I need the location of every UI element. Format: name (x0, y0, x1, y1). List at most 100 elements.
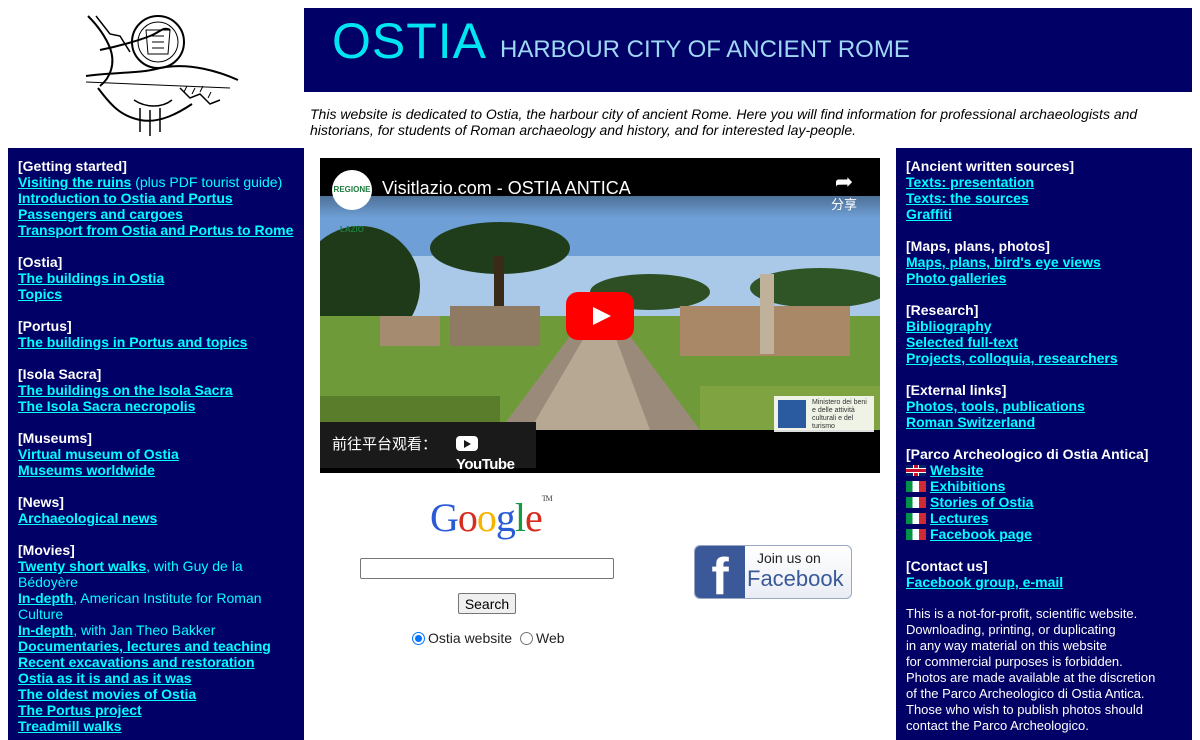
sidebar-link[interactable]: Lectures (930, 510, 988, 526)
sidebar-link-row: Visiting the ruins (plus PDF tourist gui… (18, 174, 298, 190)
search-button[interactable]: Search (458, 593, 516, 614)
sidebar-link[interactable]: Twenty short walks (18, 558, 146, 574)
radio-ostia-website[interactable] (412, 631, 425, 645)
sidebar-link[interactable]: In-depth (18, 622, 73, 638)
sidebar-link[interactable]: Bibliography (906, 318, 992, 334)
radio-web-label[interactable]: Web (536, 630, 565, 646)
sidebar-link[interactable]: Maps, plans, bird's eye views (906, 254, 1101, 270)
sidebar-link-row: Texts: the sources (906, 190, 1186, 206)
youtube-video-embed[interactable]: REGIONE LAZIO Visitlazio.com - OSTIA ANT… (320, 158, 880, 473)
sidebar-link[interactable]: Transport from Ostia and Portus to Rome (18, 222, 293, 238)
youtube-wordmark: YouTube (456, 456, 515, 473)
sidebar-link-row: Lectures (906, 510, 1186, 526)
play-button[interactable] (566, 292, 634, 340)
sidebar-link[interactable]: Stories of Ostia (930, 494, 1033, 510)
ostia-map-logo-icon (85, 15, 239, 136)
sidebar-link[interactable]: Graffiti (906, 206, 952, 222)
sidebar-link-row: Graffiti (906, 206, 1186, 222)
sidebar-link-row: In-depth, with Jan Theo Bakker (18, 622, 298, 638)
sidebar-link[interactable]: Passengers and cargoes (18, 206, 183, 222)
facebook-join-button[interactable]: f Join us on Facebook (694, 545, 852, 599)
sidebar-link-row: Treadmill walks (18, 718, 298, 734)
facebook-wordmark: Facebook (747, 566, 844, 591)
sidebar-link[interactable]: The Isola Sacra necropolis (18, 398, 195, 414)
site-logo[interactable] (80, 8, 240, 140)
facebook-join-label: Join us on (757, 550, 821, 566)
sidebar-link[interactable]: Texts: the sources (906, 190, 1029, 206)
google-letter: o (476, 495, 497, 540)
sidebar-link-row: Selected full-text (906, 334, 1186, 350)
sidebar-link[interactable]: Topics (18, 286, 62, 302)
radio-web[interactable] (520, 631, 534, 645)
radio-ostia-website-label[interactable]: Ostia website (428, 630, 512, 646)
sidebar-section: [Parco Archeologico di Ostia Antica] Webs… (906, 446, 1186, 542)
site-banner: OSTIA HARBOUR CITY OF ANCIENT ROME (304, 8, 1192, 92)
search-input[interactable] (360, 558, 614, 579)
sidebar-section: [Ancient written sources] Texts: presenta… (906, 158, 1186, 222)
sidebar-link[interactable]: Projects, colloquia, researchers (906, 350, 1118, 366)
sidebar-link-row: Maps, plans, bird's eye views (906, 254, 1186, 270)
sidebar-link[interactable]: Photos, tools, publications (906, 398, 1085, 414)
video-title[interactable]: Visitlazio.com - OSTIA ANTICA (382, 178, 631, 199)
section-title: [Parco Archeologico di Ostia Antica] (906, 446, 1149, 462)
google-letter: G (430, 495, 459, 540)
sidebar-link[interactable]: The buildings in Portus and topics (18, 334, 247, 350)
sidebar-link-row: Facebook page (906, 526, 1186, 542)
watch-on-label: 前往平台观看： (332, 436, 438, 453)
sidebar-section: [Portus] The buildings in Portus and topi… (18, 318, 298, 350)
sidebar-link[interactable]: Visiting the ruins (18, 174, 131, 190)
sidebar-link[interactable]: Texts: presentation (906, 174, 1034, 190)
section-title: [Ancient written sources] (906, 158, 1075, 174)
sidebar-link[interactable]: Archaeological news (18, 510, 157, 526)
sidebar-link[interactable]: Introduction to Ostia and Portus (18, 190, 233, 206)
section-title: [Portus] (18, 318, 72, 334)
sidebar-link[interactable]: Facebook group, e-mail (906, 574, 1063, 590)
youtube-logo: YouTube (456, 435, 536, 473)
sidebar-link-row: The buildings in Portus and topics (18, 334, 298, 350)
notice-line: This is a not-for-profit, scientific web… (906, 606, 1138, 621)
sidebar-link[interactable]: The oldest movies of Ostia (18, 686, 196, 702)
sidebar-link[interactable]: In-depth (18, 590, 73, 606)
section-title: [Contact us] (906, 558, 988, 574)
sidebar-link-row: The buildings on the Isola Sacra (18, 382, 298, 398)
share-arrow-icon: ➦ (834, 169, 854, 194)
sidebar-link-row: Documentaries, lectures and teaching (18, 638, 298, 654)
google-letter: l (514, 495, 526, 540)
section-title: [News] (18, 494, 64, 510)
share-button[interactable]: ➦ 分享 (824, 170, 864, 213)
sidebar-link-row: Ostia as it is and as it was (18, 670, 298, 686)
sidebar-link-row: Topics (18, 286, 298, 302)
sidebar-link[interactable]: Photo galleries (906, 270, 1006, 286)
sidebar-link[interactable]: Roman Switzerland (906, 414, 1035, 430)
sidebar-link[interactable]: Ostia as it is and as it was (18, 670, 192, 686)
sidebar-link[interactable]: Exhibitions (930, 478, 1005, 494)
sidebar-link[interactable]: The buildings on the Isola Sacra (18, 382, 233, 398)
sidebar-link[interactable]: Recent excavations and restoration (18, 654, 255, 670)
sidebar-link-note: (plus PDF tourist guide) (131, 174, 283, 190)
uk-flag-icon (906, 465, 926, 476)
notice-line: contact the Parco Archeologico. (906, 718, 1089, 733)
share-label: 分享 (830, 197, 857, 212)
sidebar-link-row: Museums worldwide (18, 462, 298, 478)
google-letter: e (525, 495, 543, 540)
italy-flag-icon (906, 497, 926, 508)
sidebar-link[interactable]: Museums worldwide (18, 462, 155, 478)
sidebar-section: [External links] Photos, tools, publicati… (906, 382, 1186, 430)
sidebar-link-row: The Isola Sacra necropolis (18, 398, 298, 414)
sidebar-link[interactable]: The buildings in Ostia (18, 270, 164, 286)
sidebar-link-row: Projects, colloquia, researchers (906, 350, 1186, 366)
sidebar-link[interactable]: Virtual museum of Ostia (18, 446, 179, 462)
sidebar-link[interactable]: Documentaries, lectures and teaching (18, 638, 271, 654)
sidebar-section: [Getting started] Visiting the ruins (plu… (18, 158, 298, 238)
sidebar-link[interactable]: Selected full-text (906, 334, 1018, 350)
google-tm: TM (541, 494, 553, 503)
channel-avatar[interactable]: REGIONE LAZIO (332, 170, 372, 234)
sidebar-link-row: The Portus project (18, 702, 298, 718)
sidebar-link[interactable]: The Portus project (18, 702, 142, 718)
sidebar-link[interactable]: Treadmill walks (18, 718, 122, 734)
sidebar-link[interactable]: Website (930, 462, 983, 478)
sidebar-link-row: Stories of Ostia (906, 494, 1186, 510)
sidebar-link[interactable]: Facebook page (930, 526, 1032, 542)
watch-on-youtube-button[interactable]: 前往平台观看： YouTube (320, 422, 536, 473)
sidebar-link-row: Virtual museum of Ostia (18, 446, 298, 462)
